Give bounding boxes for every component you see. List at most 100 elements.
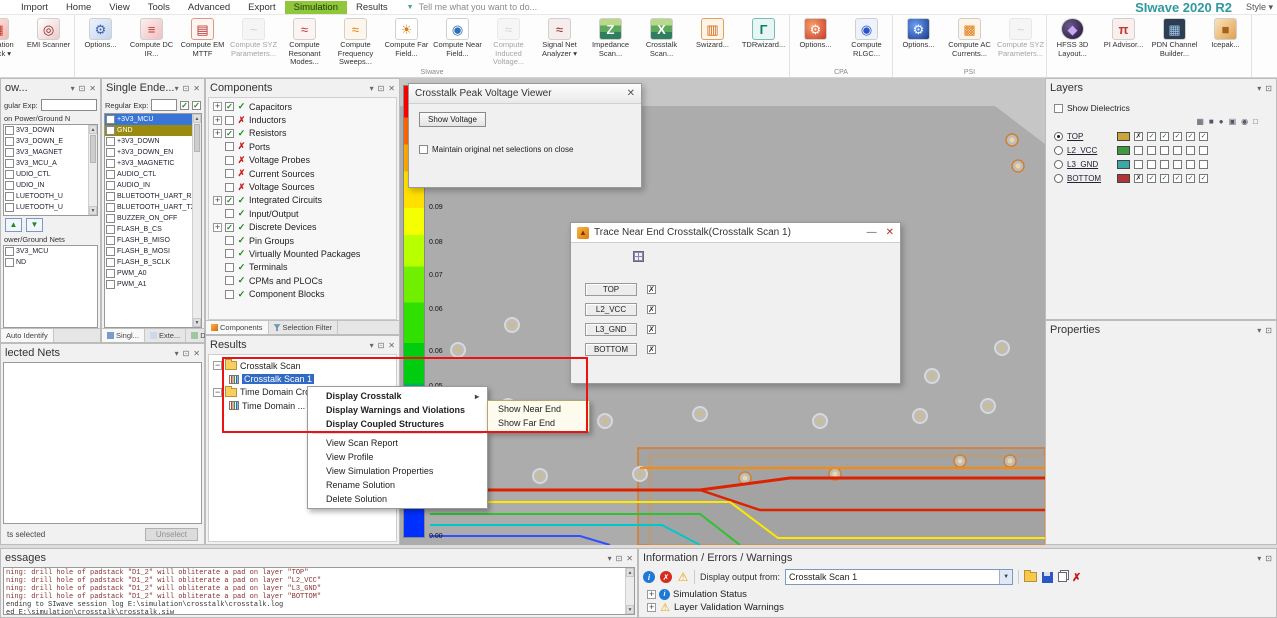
pin-icon[interactable]: ⊡ [183, 349, 190, 358]
close-icon[interactable]: ✕ [626, 554, 633, 563]
ribbon-button[interactable]: Compute EM MTTF [177, 15, 228, 67]
ribbon-button[interactable]: Options... [893, 15, 944, 67]
layer-radio[interactable] [1054, 160, 1063, 169]
net-checkbox[interactable] [5, 148, 14, 157]
pin-icon[interactable]: ⊡ [616, 554, 623, 563]
panel-menu-icon[interactable]: ▾ [175, 84, 179, 93]
chevron-down-icon[interactable]: ▼ [999, 570, 1012, 584]
layer-checkbox[interactable] [1147, 132, 1156, 141]
nets-tab[interactable]: Exte... [145, 329, 186, 342]
regex-apply-checkbox[interactable] [180, 101, 189, 110]
component-checkbox[interactable] [225, 129, 234, 138]
net-checkbox[interactable] [106, 137, 115, 146]
panel-menu-icon[interactable]: ▾ [370, 341, 374, 350]
net-checkbox[interactable] [106, 280, 115, 289]
pin-icon[interactable]: ⊡ [1265, 326, 1272, 335]
net-list-item[interactable]: LUETOOTH_U [4, 191, 97, 202]
panel-menu-icon[interactable]: ▾ [175, 349, 179, 358]
layer-checkbox[interactable] [1147, 174, 1156, 183]
scroll-up-icon[interactable]: ▲ [626, 568, 634, 577]
component-tree-item[interactable]: Virtually Mounted Packages [209, 247, 396, 260]
component-tree-item[interactable]: Capacitors [209, 100, 396, 113]
net-checkbox[interactable] [5, 192, 14, 201]
layer-color-swatch[interactable] [1117, 132, 1130, 141]
close-icon[interactable]: ✕ [388, 84, 395, 93]
scrollbar-thumb[interactable] [194, 124, 200, 152]
context-menu-item[interactable]: Delete Solution ▸ [308, 492, 487, 506]
pin-icon[interactable]: ⊡ [1265, 84, 1272, 93]
pin-icon[interactable]: ⊡ [378, 341, 385, 350]
component-checkbox[interactable] [225, 249, 234, 258]
net-list-item[interactable]: +3V3_DOWN_EN [105, 147, 201, 158]
panel-menu-icon[interactable]: ▾ [1257, 84, 1261, 93]
ribbon-tab[interactable]: Export [239, 1, 284, 14]
collapse-icon[interactable] [213, 388, 222, 397]
component-checkbox[interactable] [225, 223, 234, 232]
ribbon-button[interactable]: Compute Induced Voltage... [483, 15, 534, 67]
net-list-item[interactable]: BLUETOOTH_UART_TX [105, 202, 201, 213]
net-list-item[interactable]: UDIO_IN [4, 180, 97, 191]
net-list-item[interactable]: AUDIO_CTL [105, 169, 201, 180]
select-all-grid-icon[interactable] [633, 251, 644, 262]
show-voltage-button[interactable]: Show Voltage [419, 112, 486, 127]
expand-icon[interactable] [213, 116, 222, 125]
component-checkbox[interactable] [225, 290, 234, 299]
net-list-item[interactable]: FLASH_B_MOSI [105, 246, 201, 257]
ribbon-tab[interactable]: Results [347, 1, 397, 14]
net-list-item[interactable]: AUDIO_IN [105, 180, 201, 191]
context-menu-item[interactable]: View Scan Report ▸ [308, 436, 487, 450]
component-checkbox[interactable] [225, 102, 234, 111]
component-tree-item[interactable]: Voltage Sources [209, 180, 396, 193]
net-list-item[interactable]: FLASH_B_CS [105, 224, 201, 235]
nets-tab[interactable]: Singl... [102, 329, 145, 342]
layer-trace-checkbox[interactable] [647, 285, 656, 294]
layer-checkbox[interactable] [1160, 160, 1169, 169]
net-checkbox[interactable] [106, 236, 115, 245]
ribbon-search[interactable]: ▼ Tell me what you want to do... [407, 2, 538, 12]
pin-icon[interactable]: ⊡ [183, 84, 190, 93]
net-checkbox[interactable] [106, 225, 115, 234]
ribbon-tab[interactable]: Tools [139, 1, 179, 14]
layer-checkbox[interactable] [1134, 146, 1143, 155]
pin-icon[interactable]: ⊡ [378, 84, 385, 93]
context-menu-item[interactable]: View Simulation Properties ▸ [308, 464, 487, 478]
panel-menu-icon[interactable]: ▾ [71, 84, 75, 93]
component-tree-item[interactable]: Voltage Probes [209, 154, 396, 167]
ribbon-button[interactable]: Crosstalk Scan... [636, 15, 687, 67]
copy-icon[interactable] [1058, 572, 1067, 582]
component-checkbox[interactable] [225, 142, 234, 151]
net-checkbox[interactable] [5, 203, 14, 212]
component-tree-item[interactable]: Ports [209, 140, 396, 153]
layer-trace-checkbox[interactable] [647, 305, 656, 314]
close-icon[interactable]: ✕ [193, 84, 200, 93]
move-up-button[interactable]: ▲ [5, 218, 22, 232]
close-icon[interactable]: ✕ [388, 341, 395, 350]
ribbon-tab[interactable]: Import [12, 1, 57, 14]
net-checkbox[interactable] [106, 159, 115, 168]
component-tree-item[interactable]: Integrated Circuits [209, 194, 396, 207]
panel-menu-icon[interactable]: ▾ [370, 84, 374, 93]
style-menu[interactable]: Style ▾ [1246, 2, 1273, 13]
scroll-down-icon[interactable]: ▼ [193, 318, 201, 327]
ribbon-button[interactable]: Options... [790, 15, 841, 67]
scrollbar[interactable]: ▲ ▼ [625, 568, 634, 614]
net-list-item[interactable]: LUETOOTH_U [4, 202, 97, 213]
ribbon-button[interactable]: Compute DC IR... [126, 15, 177, 67]
close-icon[interactable]: ✕ [193, 349, 200, 358]
close-icon[interactable]: ✕ [89, 84, 96, 93]
component-checkbox[interactable] [225, 116, 234, 125]
layer-checkbox[interactable] [1186, 132, 1195, 141]
expand-icon[interactable] [213, 223, 222, 232]
selected-nets-list[interactable] [3, 362, 202, 524]
layer-checkbox[interactable] [1186, 160, 1195, 169]
components-tab[interactable]: Selection Filter [269, 321, 339, 334]
unselect-button[interactable]: Unselect [145, 528, 198, 541]
net-checkbox[interactable] [106, 126, 115, 135]
regex-input[interactable] [41, 99, 97, 111]
layer-checkbox[interactable] [1199, 160, 1208, 169]
component-tree-item[interactable]: Discrete Devices [209, 221, 396, 234]
components-tab[interactable]: Components [206, 321, 269, 334]
net-list-item[interactable]: FLASH_B_MISO [105, 235, 201, 246]
component-checkbox[interactable] [225, 209, 234, 218]
layer-checkbox[interactable] [1173, 160, 1182, 169]
